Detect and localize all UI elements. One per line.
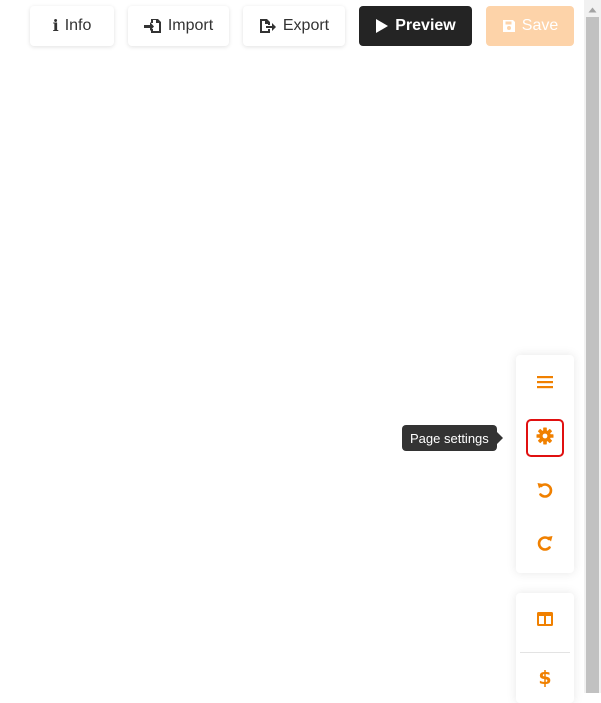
- play-icon: [375, 18, 389, 34]
- preview-button[interactable]: Preview: [359, 6, 472, 46]
- preview-button-label: Preview: [395, 17, 456, 34]
- export-button-label: Export: [282, 17, 330, 34]
- panel-divider: [520, 652, 570, 653]
- redo-button[interactable]: [526, 526, 564, 564]
- scrollbar-thumb[interactable]: [586, 17, 599, 693]
- caret-up-icon: [588, 0, 597, 18]
- editor-tools-panel: [516, 355, 574, 573]
- import-button[interactable]: Import: [128, 6, 229, 46]
- info-icon: i: [52, 16, 59, 35]
- save-button[interactable]: Save: [486, 6, 574, 46]
- page-settings-tooltip: Page settings: [402, 425, 503, 451]
- dollar-icon: $: [538, 666, 552, 689]
- undo-icon: [536, 481, 554, 504]
- scroll-up-arrow[interactable]: [584, 0, 601, 17]
- redo-icon: [536, 534, 554, 557]
- undo-button[interactable]: [526, 473, 564, 511]
- floppy-disk-icon: [502, 19, 516, 33]
- import-button-label: Import: [167, 17, 214, 34]
- gear-icon: [536, 427, 554, 450]
- pricing-button[interactable]: $: [526, 659, 564, 697]
- layout-tools-panel: $: [516, 593, 574, 703]
- menu-icon: [537, 375, 553, 394]
- vertical-scrollbar[interactable]: [584, 0, 601, 693]
- page-settings-button[interactable]: [526, 419, 564, 457]
- export-icon: [259, 18, 277, 34]
- columns-layout-button[interactable]: [526, 602, 564, 640]
- menu-button[interactable]: [526, 365, 564, 403]
- columns-layout-icon: [536, 611, 554, 632]
- tooltip-text: Page settings: [410, 430, 489, 446]
- export-button[interactable]: Export: [243, 6, 345, 46]
- import-icon: [143, 18, 162, 34]
- info-button[interactable]: i Info: [30, 6, 114, 46]
- save-button-label: Save: [521, 17, 559, 34]
- info-button-label: Info: [64, 17, 92, 34]
